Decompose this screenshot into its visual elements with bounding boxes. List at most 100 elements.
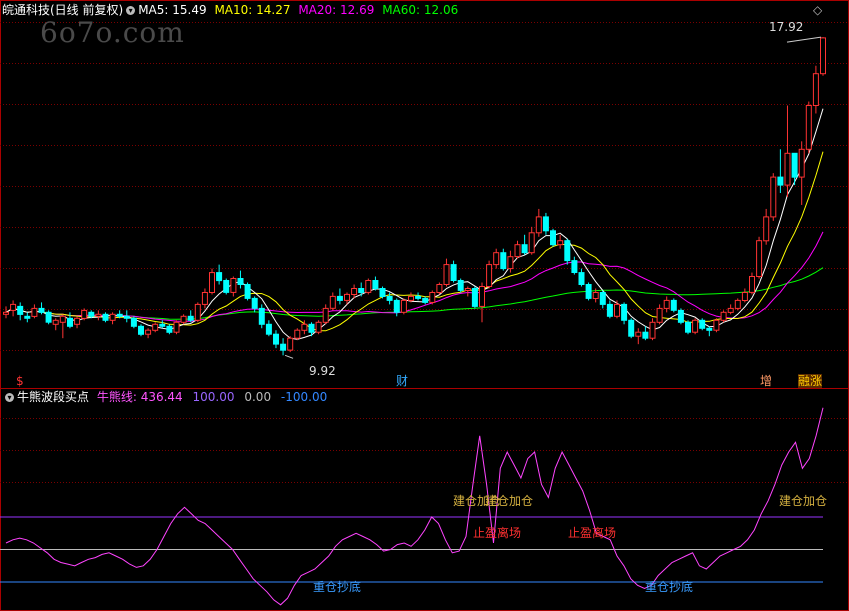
candle-body bbox=[17, 305, 24, 315]
candle-body bbox=[38, 307, 45, 313]
candle-body bbox=[145, 329, 152, 335]
signal-label: 止盈离场 bbox=[473, 526, 522, 540]
candle-body bbox=[443, 264, 450, 286]
candle-body bbox=[692, 319, 699, 333]
candle-body bbox=[344, 293, 350, 301]
candle-body bbox=[777, 176, 784, 186]
candle-body bbox=[429, 292, 436, 303]
chart-canvas bbox=[0, 0, 849, 611]
candle-body bbox=[741, 292, 748, 301]
candle-body bbox=[763, 216, 770, 242]
candle-body bbox=[201, 292, 208, 305]
ref-0-label: 0.00 bbox=[244, 390, 272, 404]
candle-body bbox=[216, 272, 223, 282]
signal-label: 重仓抄底 bbox=[645, 580, 694, 594]
bull-bear-line bbox=[5, 407, 824, 606]
candle-body bbox=[329, 295, 336, 309]
candle-body bbox=[74, 317, 81, 325]
candle-body bbox=[230, 278, 237, 293]
candle-body bbox=[528, 232, 535, 254]
sub-header: ▾ 牛熊波段买点 牛熊线: 436.44 100.00 0.00 -100.00 bbox=[2, 390, 327, 404]
chart-window: 6o7o.com 皖通科技(日线 前复权) ▾ MA5: 15.49 MA10: 1… bbox=[0, 0, 849, 611]
candle-body bbox=[621, 303, 628, 321]
candle-body bbox=[123, 315, 130, 319]
candle-body bbox=[450, 264, 457, 282]
candle-body bbox=[102, 313, 109, 321]
candle-body bbox=[578, 272, 585, 286]
ma5-label: MA5: 15.49 bbox=[138, 3, 207, 17]
candle-body bbox=[542, 216, 549, 232]
candle-body bbox=[273, 333, 279, 345]
candle-body bbox=[52, 319, 59, 325]
candle-body bbox=[308, 323, 315, 333]
candle-body bbox=[500, 252, 507, 270]
candle-body bbox=[464, 288, 471, 291]
candle-body bbox=[812, 73, 819, 106]
candle-body bbox=[770, 176, 777, 218]
candle-body bbox=[585, 284, 592, 299]
candle-body bbox=[45, 311, 52, 323]
signal-label: 重仓抄底 bbox=[313, 580, 362, 594]
candle-body bbox=[24, 315, 31, 319]
candle-body bbox=[749, 276, 755, 293]
expand-icon[interactable]: ◇ bbox=[813, 3, 822, 17]
candle-body bbox=[244, 284, 251, 299]
ma10-line bbox=[5, 151, 824, 332]
candle-body bbox=[798, 148, 805, 178]
candle-body bbox=[265, 323, 272, 335]
candle-body bbox=[109, 313, 116, 321]
candle-body bbox=[457, 280, 464, 291]
event-marker-increase[interactable]: 增 bbox=[760, 374, 772, 388]
candle-body bbox=[336, 295, 343, 301]
candle-body bbox=[81, 309, 88, 319]
candle-body bbox=[379, 288, 386, 297]
candle-body bbox=[294, 329, 301, 339]
candle-body bbox=[784, 152, 791, 186]
candle-body bbox=[67, 317, 73, 327]
ref-100-label: 100.00 bbox=[192, 390, 235, 404]
ma10-label: MA10: 14.27 bbox=[214, 3, 291, 17]
low-price-label: 9.92 bbox=[309, 364, 336, 378]
candle-body bbox=[400, 299, 407, 313]
candle-body bbox=[805, 105, 812, 150]
candle-body bbox=[720, 311, 727, 321]
candle-body bbox=[280, 343, 287, 351]
low-pointer bbox=[284, 354, 294, 359]
event-marker-finance[interactable]: 财 bbox=[396, 374, 408, 388]
candle-body bbox=[557, 240, 564, 246]
candle-body bbox=[642, 331, 649, 339]
candle-body bbox=[393, 299, 400, 313]
candle-body bbox=[535, 216, 542, 234]
candle-body bbox=[166, 325, 173, 333]
candle-body bbox=[386, 295, 393, 301]
chevron-down-icon[interactable]: ▾ bbox=[126, 6, 136, 15]
ma60-line bbox=[5, 267, 824, 320]
candle-body bbox=[408, 295, 414, 301]
candle-body bbox=[372, 280, 379, 289]
candle-body bbox=[3, 311, 9, 315]
candle-body bbox=[258, 307, 265, 325]
ma60-label: MA60: 12.06 bbox=[382, 3, 459, 17]
high-pointer bbox=[786, 36, 822, 43]
candle-body bbox=[187, 315, 194, 321]
event-marker-dividend[interactable]: $ bbox=[16, 374, 24, 388]
candle-body bbox=[173, 321, 180, 333]
candle-body bbox=[628, 319, 635, 337]
candle-body bbox=[436, 284, 443, 293]
signal-label: 建仓加仓 bbox=[779, 494, 828, 508]
candle-body bbox=[365, 280, 372, 293]
candle-body bbox=[31, 307, 38, 317]
chevron-down-icon[interactable]: ▾ bbox=[5, 393, 14, 402]
candle-body bbox=[592, 292, 599, 299]
candle-body bbox=[415, 295, 422, 299]
candle-body bbox=[791, 152, 798, 178]
candle-body bbox=[656, 307, 663, 323]
candle-body bbox=[713, 319, 720, 331]
candle-body bbox=[571, 260, 578, 274]
sub-title: 牛熊波段买点 bbox=[17, 390, 90, 404]
candle-body bbox=[88, 311, 95, 317]
candle-body bbox=[706, 327, 713, 331]
candle-body bbox=[422, 297, 429, 303]
candle-body bbox=[138, 325, 144, 335]
event-marker-margin[interactable]: 融涨 bbox=[798, 374, 823, 388]
